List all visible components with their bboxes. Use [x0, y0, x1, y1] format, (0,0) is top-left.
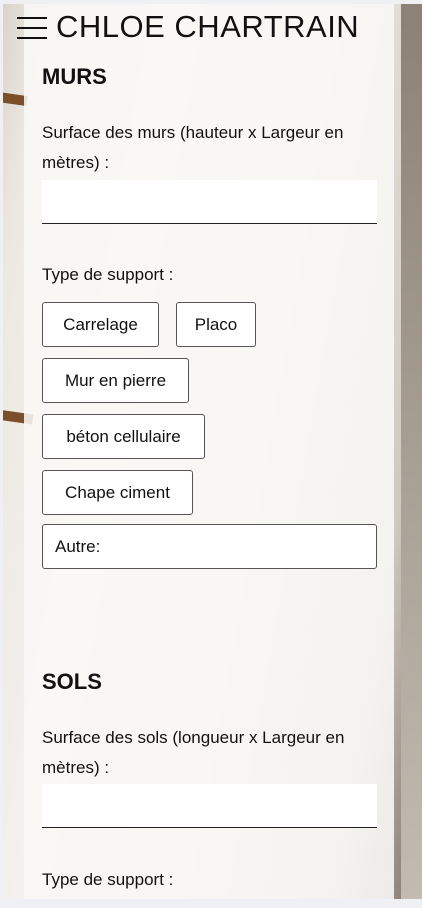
support-option-carrelage[interactable]: Carrelage	[42, 302, 159, 347]
section-title-floors: SOLS	[42, 669, 102, 694]
walls-surface-input[interactable]	[42, 180, 377, 224]
support-option-beton-cellulaire[interactable]: béton cellulaire	[42, 414, 205, 459]
support-other-label: Autre:	[55, 536, 101, 556]
support-other-input[interactable]: Autre:	[42, 524, 377, 569]
support-option-mur-en-pierre[interactable]: Mur en pierre	[42, 358, 189, 403]
floors-surface-label: Surface des sols (longueur x Largeur en …	[42, 728, 345, 777]
floors-support-label: Type de support :	[42, 870, 174, 889]
site-title: CHLOE CHARTRAIN	[56, 9, 360, 44]
hamburger-menu-icon[interactable]	[17, 15, 47, 41]
walls-surface-label: Surface des murs (hauteur x Largeur en m…	[42, 123, 344, 172]
support-option-chape-ciment[interactable]: Chape ciment	[42, 470, 193, 515]
site-header: CHLOE CHARTRAIN	[0, 0, 422, 60]
background-strip	[401, 4, 422, 899]
floors-surface-input[interactable]	[42, 784, 377, 828]
support-option-placo[interactable]: Placo	[176, 302, 256, 347]
section-title-walls: MURS	[42, 64, 107, 89]
walls-support-label: Type de support :	[42, 265, 174, 284]
